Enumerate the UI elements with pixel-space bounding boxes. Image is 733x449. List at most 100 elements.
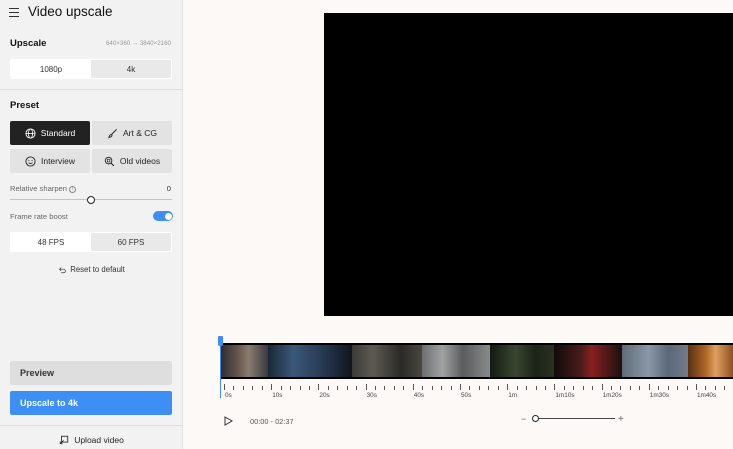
ruler-tick: [724, 386, 726, 390]
zoom-in-icon[interactable]: +: [618, 414, 624, 425]
fps-option-60[interactable]: 60 FPS: [91, 233, 171, 251]
ruler-tick: [611, 386, 613, 390]
ruler-tick: [356, 386, 358, 390]
timeline-thumbnail: [554, 345, 622, 377]
ruler-tick: [648, 384, 650, 390]
preset-art-cg-button[interactable]: Art & CG: [92, 121, 172, 145]
resolution-readout: 640×360 → 3840×2160: [105, 40, 171, 47]
ruler-label: 20s: [319, 392, 330, 399]
brush-icon: [108, 128, 117, 138]
preset-standard-button[interactable]: Standard: [10, 121, 90, 145]
ruler-tick: [582, 386, 584, 390]
ruler-label: 0s: [225, 392, 232, 399]
ruler-tick: [233, 386, 235, 390]
ruler-label: 1m30s: [649, 392, 669, 399]
upscale-resolution-selector: 1080p 4k: [10, 59, 172, 79]
ruler-tick: [271, 384, 273, 390]
preview-button[interactable]: Preview: [10, 361, 172, 385]
ruler-tick: [242, 386, 244, 390]
ruler-label: 50s: [461, 392, 472, 399]
ruler-tick: [224, 384, 225, 390]
ruler-label: 1m10s: [555, 392, 575, 399]
ruler-tick: [667, 386, 669, 390]
ruler-label: 10s: [272, 392, 283, 399]
ruler-tick: [422, 386, 424, 390]
info-icon[interactable]: i: [69, 186, 76, 193]
ruler-tick: [280, 386, 282, 390]
upload-label: Upload video: [74, 435, 124, 445]
timeline-thumbnails[interactable]: [220, 343, 733, 379]
upload-video-button[interactable]: Upload video: [0, 435, 183, 445]
fps-option-48[interactable]: 48 FPS: [11, 233, 91, 251]
ruler-tick: [308, 386, 310, 390]
preset-standard-label: Standard: [40, 128, 76, 138]
ruler-tick: [384, 386, 386, 390]
timeline-thumbnail: [622, 345, 688, 377]
preset-interview-button[interactable]: Interview: [10, 149, 90, 173]
sharpen-label-text: Relative sharpen: [10, 184, 67, 193]
timeline-thumbnail: [268, 345, 352, 377]
timeline-thumbnail: [688, 345, 733, 377]
ruler-tick: [375, 386, 377, 390]
ruler-tick: [497, 386, 499, 390]
timeline-thumbnail: [422, 345, 490, 377]
video-preview[interactable]: [324, 13, 733, 316]
sharpen-label: Relative sharpen i: [10, 184, 76, 193]
preset-section-title: Preset: [10, 100, 40, 111]
ruler-tick: [318, 384, 320, 390]
ruler-tick: [573, 386, 575, 390]
undo-icon: [59, 266, 66, 273]
globe-icon: [25, 127, 36, 139]
zoom-out-icon[interactable]: −: [521, 414, 526, 424]
frame-rate-label: Frame rate boost: [10, 212, 68, 221]
ruler-tick: [441, 386, 443, 390]
settings-sidebar: Video upscale Upscale 640×360 → 3840×216…: [0, 0, 183, 449]
upscale-option-1080p[interactable]: 1080p: [11, 60, 91, 78]
sharpen-slider-thumb[interactable]: [87, 195, 95, 204]
upscale-option-4k[interactable]: 4k: [91, 60, 171, 78]
ruler-tick: [639, 386, 641, 390]
smile-icon: [25, 155, 36, 167]
ruler-tick: [478, 386, 480, 390]
upload-icon: [60, 435, 69, 445]
ruler-tick: [252, 386, 254, 390]
reset-to-default-button[interactable]: Reset to default: [0, 265, 183, 274]
app-title: Video upscale: [28, 4, 113, 19]
ruler-tick: [507, 384, 509, 390]
upscale-button[interactable]: Upscale to 4k: [10, 391, 172, 415]
ruler-tick: [261, 386, 263, 390]
ruler-tick: [299, 386, 301, 390]
ruler-tick: [290, 386, 292, 390]
ruler-tick: [488, 386, 490, 390]
frame-rate-toggle[interactable]: [153, 211, 173, 221]
ruler-tick: [346, 386, 348, 390]
ruler-label: 30s: [366, 392, 377, 399]
preset-art-cg-label: Art & CG: [122, 128, 157, 138]
ruler-tick: [393, 386, 395, 390]
ruler-tick: [677, 386, 679, 390]
zoom-slider-track[interactable]: [533, 418, 615, 419]
fps-selector: 48 FPS 60 FPS: [10, 232, 172, 252]
ruler-label: 1m20s: [602, 392, 622, 399]
ruler-tick: [705, 386, 707, 390]
hamburger-menu-icon[interactable]: [9, 8, 19, 18]
ruler-tick: [554, 384, 556, 390]
timeline-ruler[interactable]: 0s 10s 20s 30s 40s 50s 1m 1m10s 1m20s 1m30s 1m40s: [220, 380, 733, 400]
sharpen-value: 0: [166, 184, 171, 193]
timeline-thumbnail: [490, 345, 554, 377]
ruler-tick: [460, 384, 461, 390]
ruler-tick: [563, 386, 565, 390]
ruler-tick: [327, 386, 329, 390]
preset-old-videos-button[interactable]: Old videos: [92, 149, 172, 173]
ruler-tick: [450, 386, 452, 390]
ruler-tick: [431, 386, 433, 390]
play-icon[interactable]: [224, 416, 233, 426]
playhead-handle[interactable]: [218, 336, 223, 346]
ruler-tick: [714, 386, 716, 390]
ruler-tick: [620, 386, 622, 390]
ruler-tick: [526, 386, 528, 390]
zoom-slider-thumb[interactable]: [532, 414, 539, 422]
ruler-tick: [696, 384, 697, 390]
preset-interview-label: Interview: [40, 156, 75, 166]
ruler-tick: [544, 386, 546, 390]
